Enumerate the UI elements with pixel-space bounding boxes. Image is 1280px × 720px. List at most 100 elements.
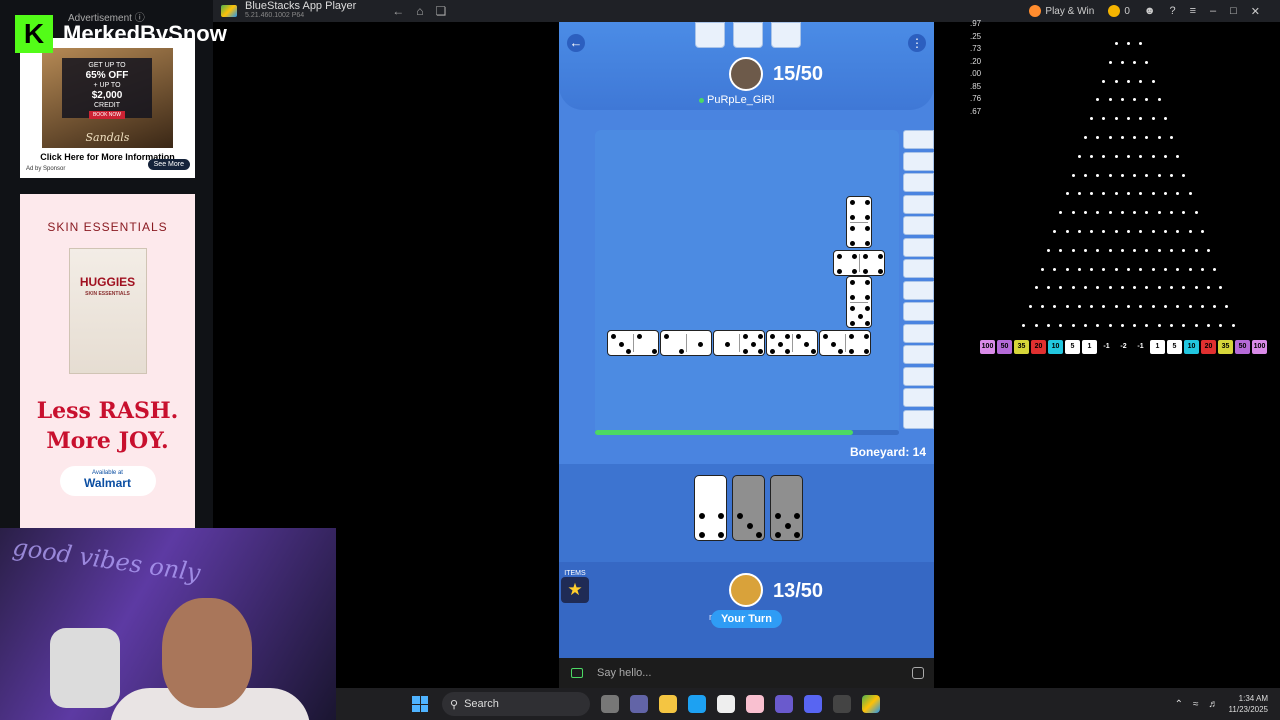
plinko-peg	[1151, 79, 1155, 83]
boneyard-tile[interactable]	[903, 194, 934, 214]
chat-icon[interactable]	[571, 668, 583, 678]
plinko-peg	[1127, 305, 1130, 309]
wifi-icon[interactable]: ≈	[1193, 699, 1199, 710]
plinko-peg	[1127, 192, 1130, 196]
plinko-peg	[1182, 211, 1186, 215]
plinko-peg	[1034, 324, 1038, 327]
boneyard-tile[interactable]	[903, 173, 934, 192]
back-icon[interactable]: ←	[392, 4, 404, 18]
items-button[interactable]: ITEMS ★	[561, 570, 589, 604]
neon-sign: good vibes only	[10, 532, 203, 588]
plinko-peg	[1188, 305, 1192, 309]
teams-icon[interactable]	[630, 695, 648, 713]
hand-domino[interactable]	[770, 475, 803, 541]
plinko-peg	[1114, 192, 1118, 196]
boneyard-tile[interactable]	[903, 302, 934, 321]
boneyard-tile[interactable]	[903, 130, 934, 149]
plinko-peg	[1090, 305, 1094, 309]
window-titlebar: BlueStacks App Player 5.21.460.1002 P64 …	[213, 0, 1280, 22]
book-now-button[interactable]: BOOK NOW	[88, 111, 126, 119]
plinko-peg	[1133, 324, 1137, 327]
boneyard-tile[interactable]	[903, 409, 934, 429]
plinko-peg	[1145, 136, 1149, 139]
coin-balance[interactable]: 0	[1108, 5, 1130, 17]
clock[interactable]: 1:34 AM 11/23/2025	[1229, 693, 1268, 715]
back-arrow-icon[interactable]: ←	[567, 34, 585, 52]
plinko-peg	[1188, 192, 1192, 196]
domino-pip	[717, 513, 724, 520]
hand-domino[interactable]	[694, 475, 727, 541]
search-label: Search	[464, 698, 499, 710]
boneyard-tile[interactable]	[903, 259, 934, 278]
domino-half	[793, 331, 819, 357]
boneyard-count: Boneyard: 14	[849, 445, 926, 459]
plinko-peg	[1114, 267, 1118, 271]
boneyard-tile[interactable]	[903, 388, 934, 407]
recent-apps-icon[interactable]: ❏	[436, 4, 447, 18]
bluestacks-taskbar-icon[interactable]	[862, 695, 880, 713]
domino-pip	[857, 313, 863, 319]
volume-icon[interactable]: ♬	[1209, 699, 1219, 710]
boneyard-stack[interactable]	[903, 130, 934, 431]
menu-icon[interactable]: ≡	[1190, 5, 1196, 17]
domino-pip	[849, 334, 855, 340]
windows-start-icon[interactable]	[412, 696, 428, 712]
plinko-peg	[1145, 173, 1149, 177]
plinko-peg	[1157, 286, 1161, 290]
huggies-ad[interactable]: SKIN ESSENTIALS HUGGIES SKIN ESSENTIALS …	[20, 194, 195, 530]
emoji-icon[interactable]	[912, 667, 924, 679]
task-view-icon[interactable]	[601, 695, 619, 713]
boneyard-tile[interactable]	[903, 323, 934, 343]
chat-input[interactable]: Say hello...	[597, 667, 651, 679]
discord-icon[interactable]	[804, 695, 822, 713]
plinko-peg	[1065, 230, 1069, 233]
profile-icon[interactable]: ☻	[1144, 5, 1156, 17]
play-win-button[interactable]: Play & Win	[1029, 5, 1094, 17]
domino-pip	[877, 268, 883, 274]
plinko-peg	[1225, 305, 1229, 309]
obs-icon[interactable]	[833, 695, 851, 713]
domino-pip	[864, 226, 870, 232]
boneyard-tile[interactable]	[903, 345, 934, 364]
plinko-peg	[1102, 79, 1106, 83]
titlebar-nav: ← ⌂ ❏	[392, 4, 446, 18]
sandals-ad[interactable]: GET UP TO 65% OFF + UP TO $2,000 CREDIT …	[20, 38, 195, 178]
boneyard-tile[interactable]	[903, 280, 934, 300]
ad-image: GET UP TO 65% OFF + UP TO $2,000 CREDIT …	[42, 48, 173, 148]
file-explorer-icon[interactable]	[659, 695, 677, 713]
home-icon[interactable]: ⌂	[416, 4, 423, 18]
boneyard-tile[interactable]	[903, 216, 934, 235]
board-domino	[607, 330, 659, 356]
minimize-icon[interactable]: –	[1210, 5, 1216, 17]
plinko-peg	[1170, 286, 1174, 290]
edge-icon[interactable]	[688, 695, 706, 713]
walmart-button[interactable]: Available at Walmart	[59, 466, 156, 496]
see-more-button[interactable]: See More	[147, 159, 190, 170]
plinko-peg	[1077, 267, 1081, 271]
store-icon[interactable]	[717, 695, 735, 713]
plinko-peg	[1206, 248, 1210, 252]
board-domino	[846, 196, 872, 248]
more-options-icon[interactable]: ⋮	[908, 34, 926, 52]
plinko-bin: 10	[1184, 340, 1199, 354]
plinko-peg	[1127, 79, 1130, 83]
boneyard-tile[interactable]	[903, 237, 934, 257]
boneyard-tile[interactable]	[903, 151, 934, 171]
plinko-peg	[1133, 136, 1137, 139]
help-icon[interactable]: ?	[1169, 5, 1175, 17]
domino-pip	[837, 268, 843, 274]
board-domino	[819, 330, 871, 356]
taskbar-search[interactable]: ⚲ Search	[442, 692, 590, 716]
maximize-icon[interactable]: □	[1230, 5, 1237, 17]
ad-offer-box: GET UP TO 65% OFF + UP TO $2,000 CREDIT …	[62, 58, 152, 119]
boneyard-tile[interactable]	[903, 366, 934, 386]
domino-pip	[743, 334, 749, 340]
copilot-icon[interactable]	[775, 695, 793, 713]
plinko-peg	[1182, 324, 1186, 327]
hand-domino[interactable]	[732, 475, 765, 541]
close-icon[interactable]: ✕	[1251, 5, 1260, 18]
domino-pip	[850, 200, 856, 206]
plinko-bin: -1	[1103, 343, 1110, 350]
app-icon[interactable]	[746, 695, 764, 713]
chevron-up-icon[interactable]: ⌃	[1175, 699, 1183, 710]
